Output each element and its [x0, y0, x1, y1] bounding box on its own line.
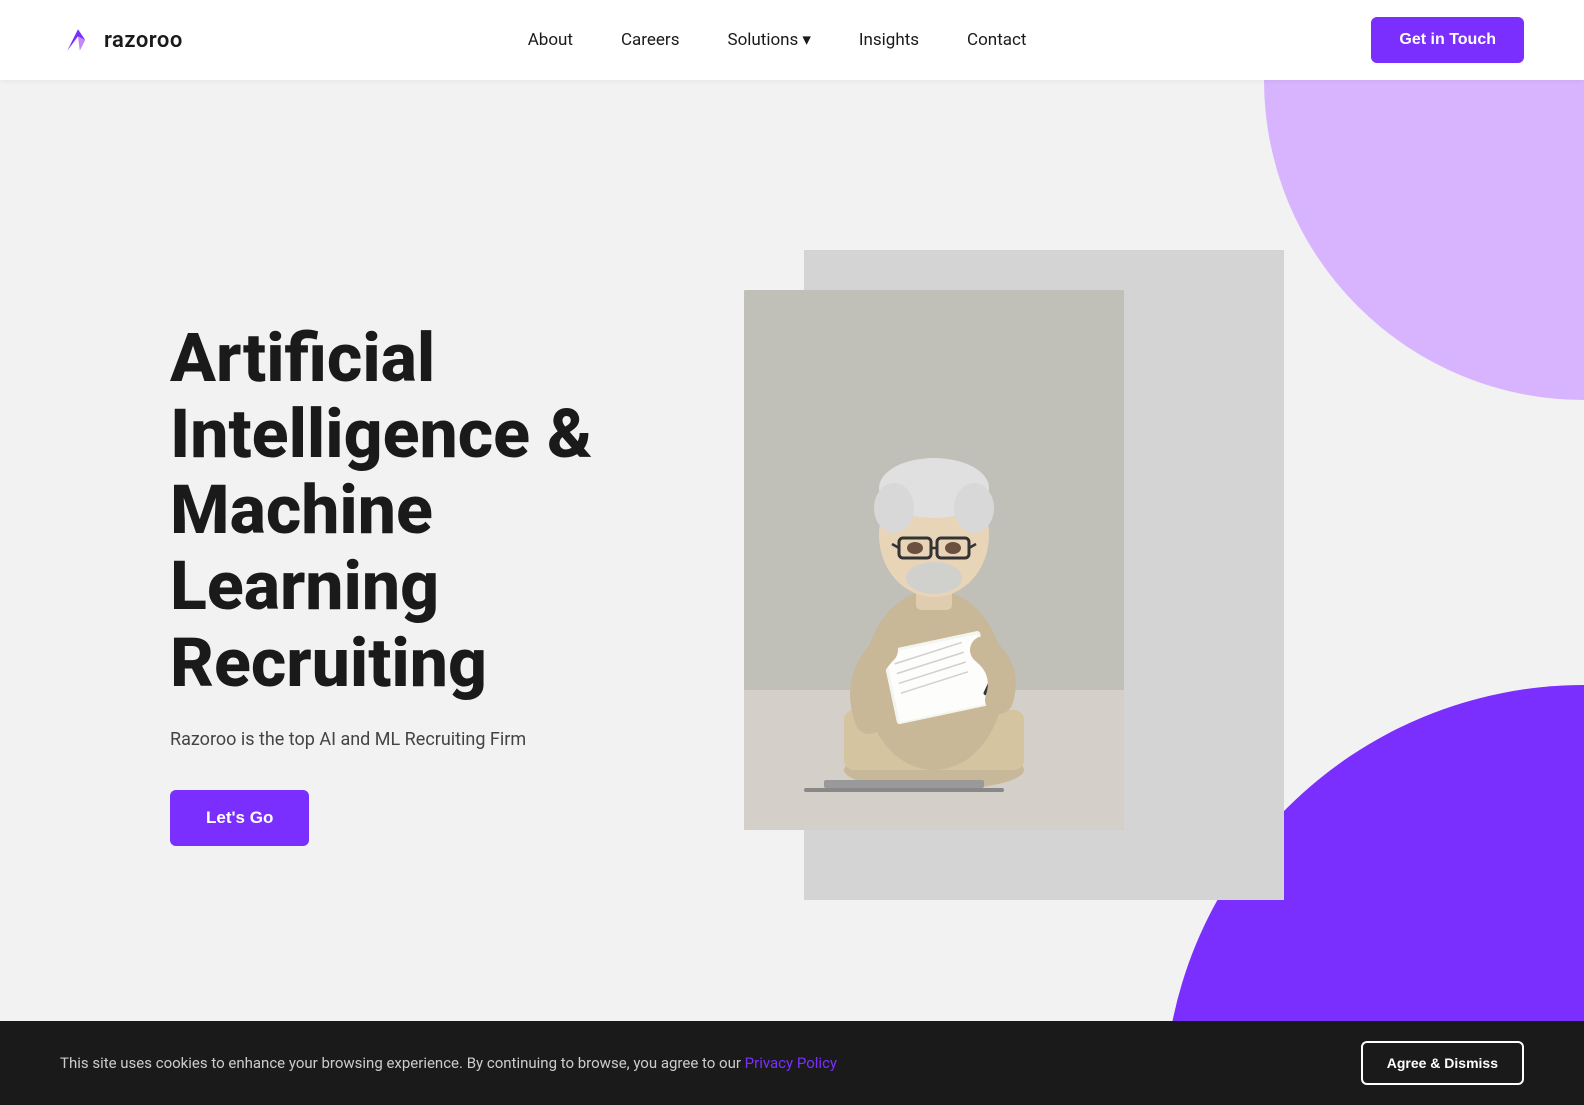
nav-item-contact[interactable]: Contact: [967, 30, 1026, 50]
hero-subtitle: Razoroo is the top AI and ML Recruiting …: [170, 729, 690, 750]
cookie-banner: This site uses cookies to enhance your b…: [0, 1021, 1584, 1105]
nav-item-careers[interactable]: Careers: [621, 30, 679, 50]
navbar: razoroo About Careers Solutions ▾ Insigh…: [0, 0, 1584, 80]
privacy-policy-link[interactable]: Privacy Policy: [745, 1054, 837, 1072]
hero-title: Artificial Intelligence & Machine Learni…: [170, 320, 690, 701]
brand-name: razoroo: [104, 28, 183, 53]
get-in-touch-button[interactable]: Get in Touch: [1371, 17, 1524, 63]
person-image: [744, 290, 1124, 830]
cookie-text: This site uses cookies to enhance your b…: [60, 1054, 837, 1072]
nav-item-insights[interactable]: Insights: [859, 30, 919, 50]
nav-links: About Careers Solutions ▾ Insights Conta…: [528, 30, 1027, 50]
deco-top-right-shape: [1264, 80, 1584, 400]
hero-content: Artificial Intelligence & Machine Learni…: [170, 320, 690, 846]
hero-photo: [744, 290, 1124, 830]
cookie-dismiss-button[interactable]: Agree & Dismiss: [1361, 1041, 1524, 1085]
hero-section: Artificial Intelligence & Machine Learni…: [0, 80, 1584, 1105]
nav-item-solutions[interactable]: Solutions ▾: [727, 30, 810, 50]
logo-icon: [60, 22, 96, 58]
lets-go-button[interactable]: Let's Go: [170, 790, 309, 846]
nav-item-about[interactable]: About: [528, 30, 573, 50]
chevron-down-icon: ▾: [802, 30, 811, 50]
logo[interactable]: razoroo: [60, 22, 183, 58]
